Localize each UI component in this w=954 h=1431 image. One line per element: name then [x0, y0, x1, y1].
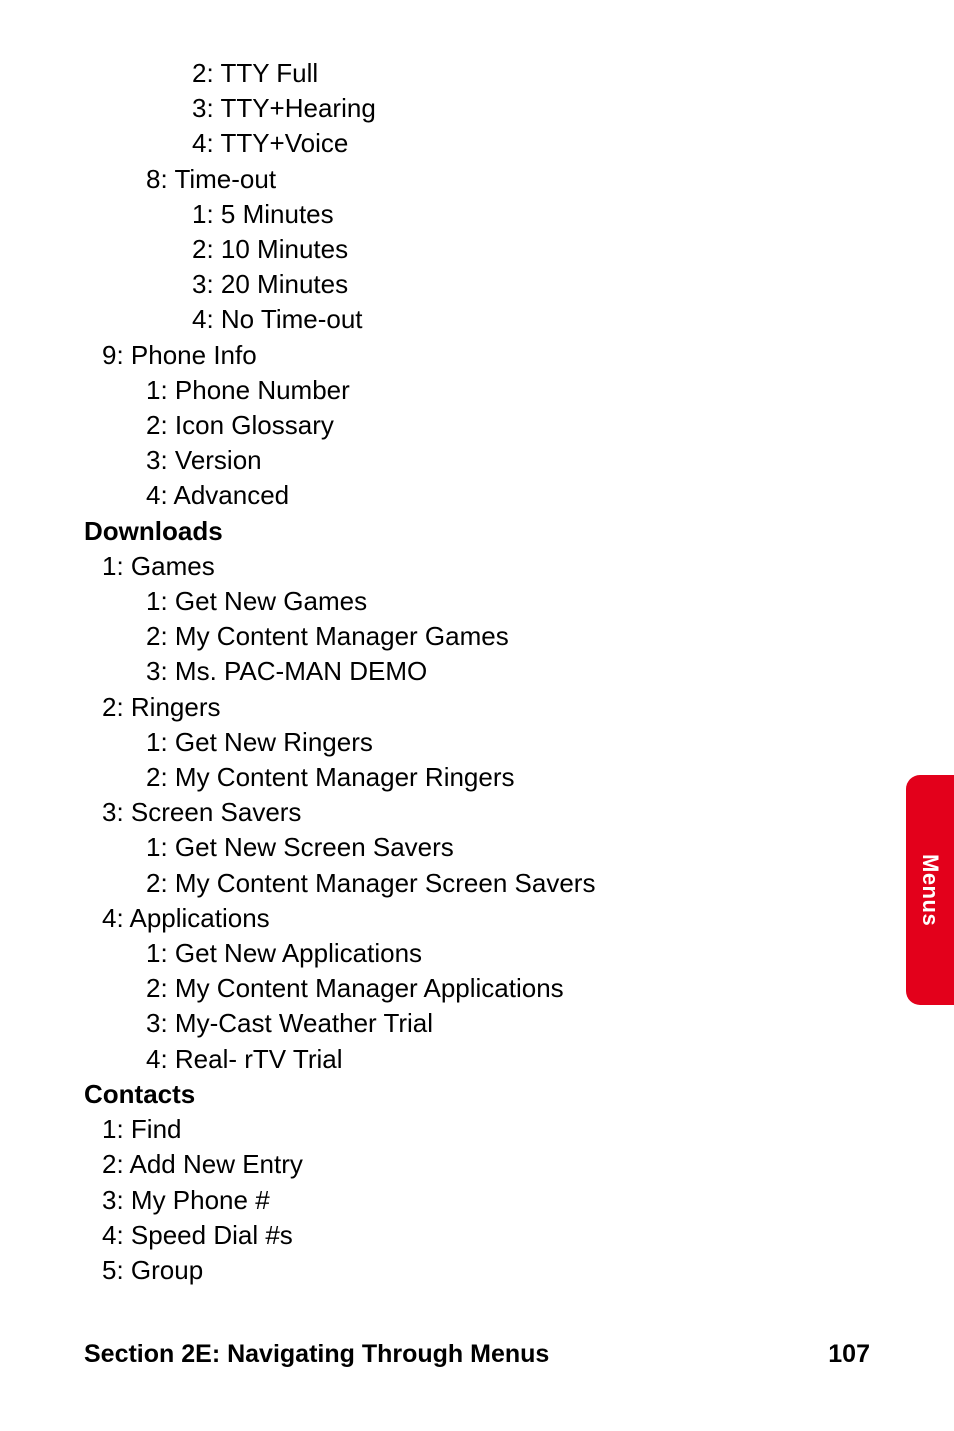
- menu-item: 3: 20 Minutes: [84, 267, 870, 302]
- menu-item: 2: My Content Manager Games: [84, 619, 870, 654]
- menu-item: 4: Advanced: [84, 478, 870, 513]
- menu-item: 2: My Content Manager Ringers: [84, 760, 870, 795]
- menu-item: 9: Phone Info: [84, 338, 870, 373]
- menu-item: 2: 10 Minutes: [84, 232, 870, 267]
- page: 2: TTY Full 3: TTY+Hearing 4: TTY+Voice …: [0, 0, 954, 1431]
- menu-item: 3: Version: [84, 443, 870, 478]
- menu-item: 4: No Time-out: [84, 302, 870, 337]
- menu-item: 1: Get New Ringers: [84, 725, 870, 760]
- menu-item: 4: Speed Dial #s: [84, 1218, 870, 1253]
- section-tab-menus: Menus: [906, 775, 954, 1005]
- menu-item: 3: Ms. PAC-MAN DEMO: [84, 654, 870, 689]
- menu-item: 2: Add New Entry: [84, 1147, 870, 1182]
- menu-heading-contacts: Contacts: [84, 1077, 870, 1112]
- menu-item: 1: Get New Applications: [84, 936, 870, 971]
- menu-item: 4: Real- rTV Trial: [84, 1042, 870, 1077]
- menu-item: 1: Find: [84, 1112, 870, 1147]
- section-tab-label: Menus: [917, 854, 943, 926]
- menu-item: 5: Group: [84, 1253, 870, 1288]
- menu-item: 3: TTY+Hearing: [84, 91, 870, 126]
- menu-item: 8: Time-out: [84, 162, 870, 197]
- menu-item: 3: Screen Savers: [84, 795, 870, 830]
- menu-item: 3: My Phone #: [84, 1183, 870, 1218]
- menu-item: 1: Get New Screen Savers: [84, 830, 870, 865]
- menu-item: 2: Icon Glossary: [84, 408, 870, 443]
- menu-item: 2: My Content Manager Applications: [84, 971, 870, 1006]
- menu-item: 2: My Content Manager Screen Savers: [84, 866, 870, 901]
- menu-item: 4: Applications: [84, 901, 870, 936]
- menu-item: 2: Ringers: [84, 690, 870, 725]
- page-number: 107: [828, 1340, 870, 1369]
- menu-item: 1: Get New Games: [84, 584, 870, 619]
- menu-item: 4: TTY+Voice: [84, 126, 870, 161]
- menu-item: 1: Games: [84, 549, 870, 584]
- menu-item: 1: 5 Minutes: [84, 197, 870, 232]
- menu-item: 1: Phone Number: [84, 373, 870, 408]
- menu-heading-downloads: Downloads: [84, 514, 870, 549]
- menu-outline: 2: TTY Full 3: TTY+Hearing 4: TTY+Voice …: [84, 56, 870, 1288]
- page-footer: Section 2E: Navigating Through Menus 107: [84, 1340, 870, 1369]
- menu-item: 2: TTY Full: [84, 56, 870, 91]
- menu-item: 3: My-Cast Weather Trial: [84, 1006, 870, 1041]
- section-title: Section 2E: Navigating Through Menus: [84, 1340, 549, 1369]
